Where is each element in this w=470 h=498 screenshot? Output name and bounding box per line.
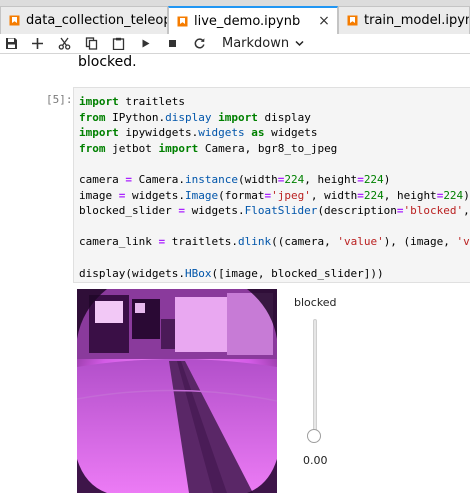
notebook-panel: blocked. [5]: import traitlets from IPyt… <box>0 55 470 498</box>
notebook-icon <box>177 16 188 27</box>
notebook-toolbar: Markdown <box>0 34 470 54</box>
code-line: display(widgets.HBox([image, blocked_sli… <box>79 266 384 280</box>
code-line: camera_link = traitlets.dlink((camera, '… <box>79 235 470 249</box>
slider-track[interactable] <box>313 319 317 433</box>
code-line: import ipywidgets.widgets as widgets <box>79 126 318 140</box>
run-icon <box>142 39 149 48</box>
copy-icon <box>85 37 97 50</box>
cell-type-select[interactable]: Markdown <box>222 34 305 53</box>
notebook-icon <box>9 15 20 26</box>
restart-icon <box>194 38 205 49</box>
notebook-icon <box>347 15 358 26</box>
cut-icon <box>58 37 70 50</box>
cut-button[interactable] <box>55 35 73 52</box>
restart-button[interactable] <box>190 35 208 52</box>
input-prompt: [5]: <box>46 93 73 106</box>
run-button[interactable] <box>136 35 154 52</box>
code-line: camera = Camera.instance(width=224, heig… <box>79 172 391 186</box>
code-line: import traitlets <box>79 95 185 108</box>
tab-live-demo[interactable]: live_demo.ipynb × <box>168 6 338 35</box>
code-line: image = widgets.Image(format='jpeg', wid… <box>79 188 470 202</box>
tab-train-model[interactable]: train_model.ipynb <box>338 6 470 34</box>
stop-button[interactable] <box>163 35 181 52</box>
add-cell-button[interactable] <box>28 35 46 52</box>
code-line: from IPython.display import display <box>79 110 311 124</box>
chevron-down-icon <box>295 40 304 47</box>
tab-label: live_demo.ipynb <box>194 14 301 29</box>
paste-button[interactable] <box>109 35 127 52</box>
save-icon <box>5 38 17 49</box>
code-cell-editor[interactable]: import traitlets from IPython.display im… <box>73 87 470 283</box>
camera-image <box>77 289 277 493</box>
slider-readout: 0.00 <box>303 454 328 467</box>
markdown-text: blocked. <box>78 55 137 70</box>
tab-label: data_collection_teleoper <box>26 12 167 28</box>
close-icon[interactable]: × <box>317 9 331 34</box>
code-line: from jetbot import Camera, bgr8_to_jpeg <box>79 141 338 155</box>
cell-type-label: Markdown <box>222 36 290 51</box>
copy-button[interactable] <box>82 35 100 52</box>
code-line: blocked_slider = widgets.FloatSlider(des… <box>79 204 470 218</box>
paste-icon <box>112 37 124 50</box>
slider-description: blocked <box>294 296 337 309</box>
save-button[interactable] <box>2 35 20 52</box>
tab-label: train_model.ipynb <box>364 12 469 28</box>
add-cell-icon <box>31 38 43 49</box>
tab-bar: data_collection_teleoper live_demo.ipynb… <box>0 0 470 35</box>
slider-handle[interactable] <box>307 429 321 443</box>
tab-data-collection[interactable]: data_collection_teleoper <box>0 6 168 34</box>
stop-icon <box>168 40 176 47</box>
code-block[interactable]: import traitlets from IPython.display im… <box>74 88 470 281</box>
